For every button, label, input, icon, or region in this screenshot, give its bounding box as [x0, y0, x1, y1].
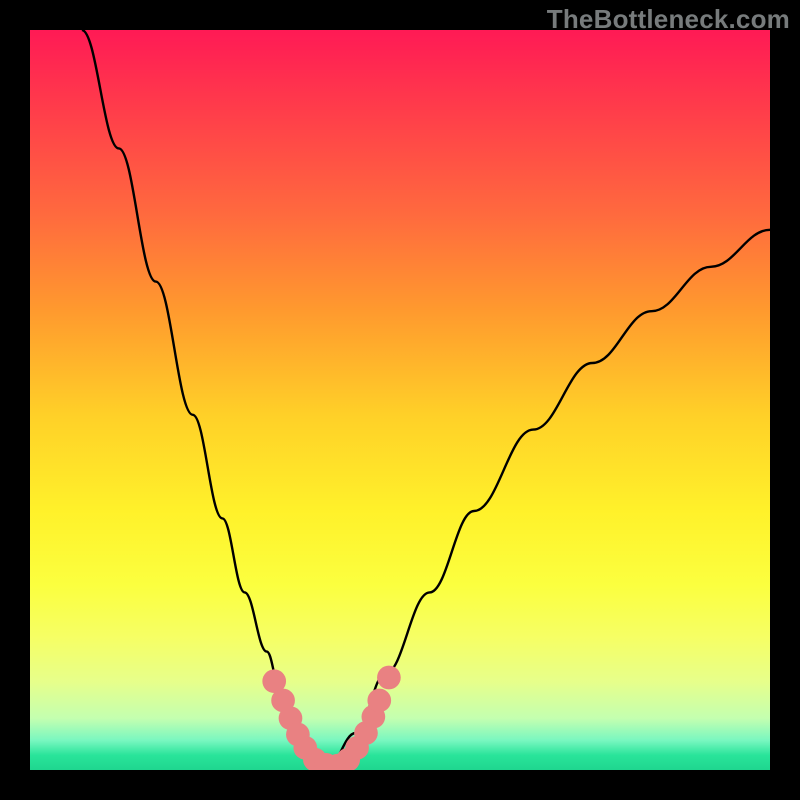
plot-area [30, 30, 770, 770]
watermark-text: TheBottleneck.com [547, 4, 790, 35]
left-curve [82, 30, 326, 770]
right-curve [326, 230, 770, 770]
marker-right-4 [367, 689, 391, 713]
chart-svg [30, 30, 770, 770]
marker-small-right [377, 666, 401, 690]
curve-group [82, 30, 770, 770]
chart-frame: TheBottleneck.com [0, 0, 800, 800]
marker-group [262, 666, 400, 770]
